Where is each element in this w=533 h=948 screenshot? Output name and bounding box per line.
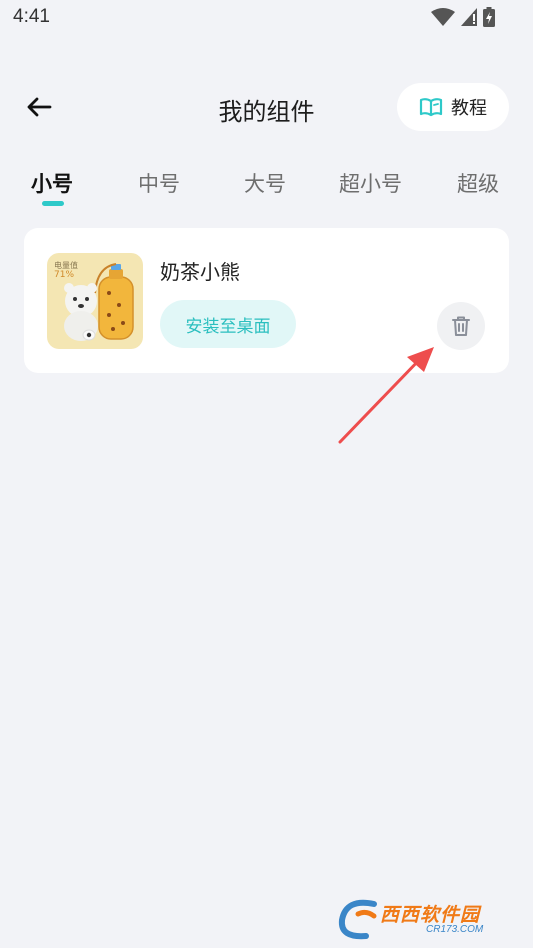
watermark-logo: 西西软件园 CR173.COM — [336, 896, 526, 944]
trash-icon — [452, 316, 470, 336]
tutorial-button[interactable]: 教程 — [397, 83, 509, 131]
signal-icon — [461, 8, 477, 26]
size-tabs: 小号 中号 大号 超小号 超级 — [0, 162, 533, 212]
tab-super[interactable]: 超级 — [457, 168, 499, 198]
wifi-icon — [431, 8, 455, 26]
install-to-desktop-button[interactable]: 安装至桌面 — [160, 300, 296, 348]
tab-medium[interactable]: 中号 — [138, 168, 180, 198]
book-icon — [419, 98, 443, 117]
tab-indicator — [42, 201, 64, 206]
tab-large[interactable]: 大号 — [244, 168, 286, 198]
battery-charging-icon — [483, 7, 495, 27]
widget-thumbnail[interactable]: 电量值 71% — [47, 253, 143, 349]
tab-small[interactable]: 小号 — [31, 168, 73, 198]
widget-name: 奶茶小熊 — [160, 260, 240, 284]
watermark-text-en: CR173.COM — [426, 924, 484, 935]
screen: 4:41 我的组件 教程 小号 中号 大号 超小号 超级 电量值 71% 奶茶小… — [0, 0, 533, 948]
status-bar: 4:41 — [0, 0, 533, 36]
thumb-battery-percent: 71% — [54, 270, 75, 280]
watermark-text-cn: 西西软件园 — [380, 904, 481, 926]
status-time: 4:41 — [13, 6, 50, 27]
tutorial-label: 教程 — [451, 98, 487, 119]
tab-extra-small[interactable]: 超小号 — [339, 168, 402, 198]
delete-button[interactable] — [437, 302, 485, 350]
status-icons — [431, 7, 495, 27]
annotation-arrow — [338, 347, 434, 444]
watermark-swoosh-icon — [338, 899, 377, 940]
